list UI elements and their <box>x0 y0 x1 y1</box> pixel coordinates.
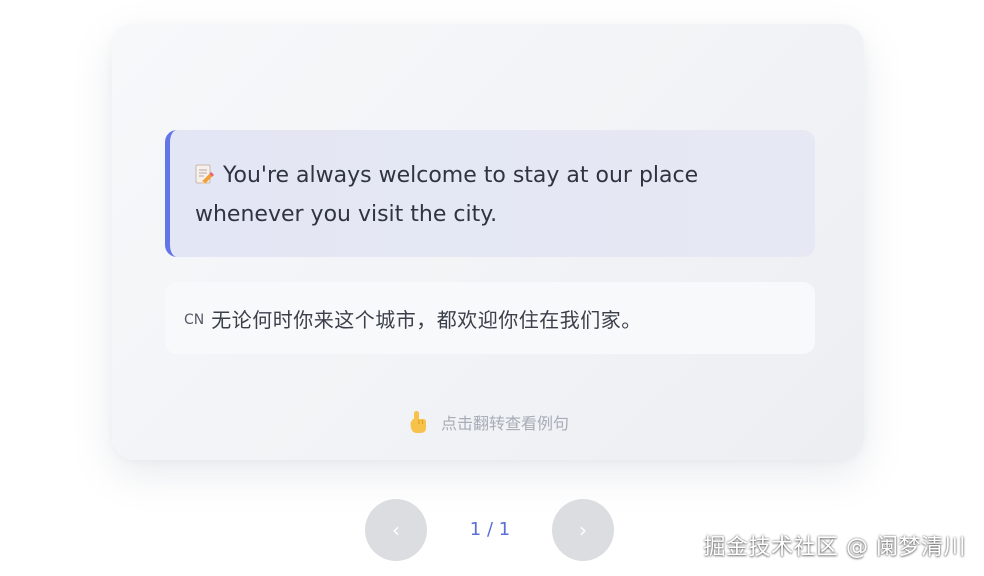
pointing-hand-icon <box>410 411 426 433</box>
english-sentence-block: You're always welcome to stay at our pla… <box>195 156 715 234</box>
chinese-sentence: 无论何时你来这个城市，都欢迎你住在我们家。 <box>211 307 642 332</box>
previous-button[interactable]: ‹ <box>365 499 427 561</box>
page: You're always welcome to stay at our pla… <box>0 0 984 576</box>
next-button[interactable]: › <box>552 499 614 561</box>
language-tag: CN <box>184 311 205 328</box>
flip-hint-text: 点击翻转查看例句 <box>440 414 569 433</box>
chevron-right-icon: › <box>579 518 587 542</box>
watermark: 掘金技术社区 @ 阑梦清川 <box>703 535 966 560</box>
chevron-left-icon: ‹ <box>392 518 400 542</box>
memo-pencil-icon <box>195 164 215 185</box>
english-sentence: You're always welcome to stay at our pla… <box>195 163 699 227</box>
page-counter: 1 / 1 <box>469 519 511 540</box>
chinese-translation-panel: CN 无论何时你来这个城市，都欢迎你住在我们家。 <box>165 282 815 354</box>
english-sentence-panel: You're always welcome to stay at our pla… <box>165 130 815 257</box>
flashcard[interactable]: You're always welcome to stay at our pla… <box>112 24 864 460</box>
flip-hint[interactable]: 点击翻转查看例句 <box>112 410 864 434</box>
